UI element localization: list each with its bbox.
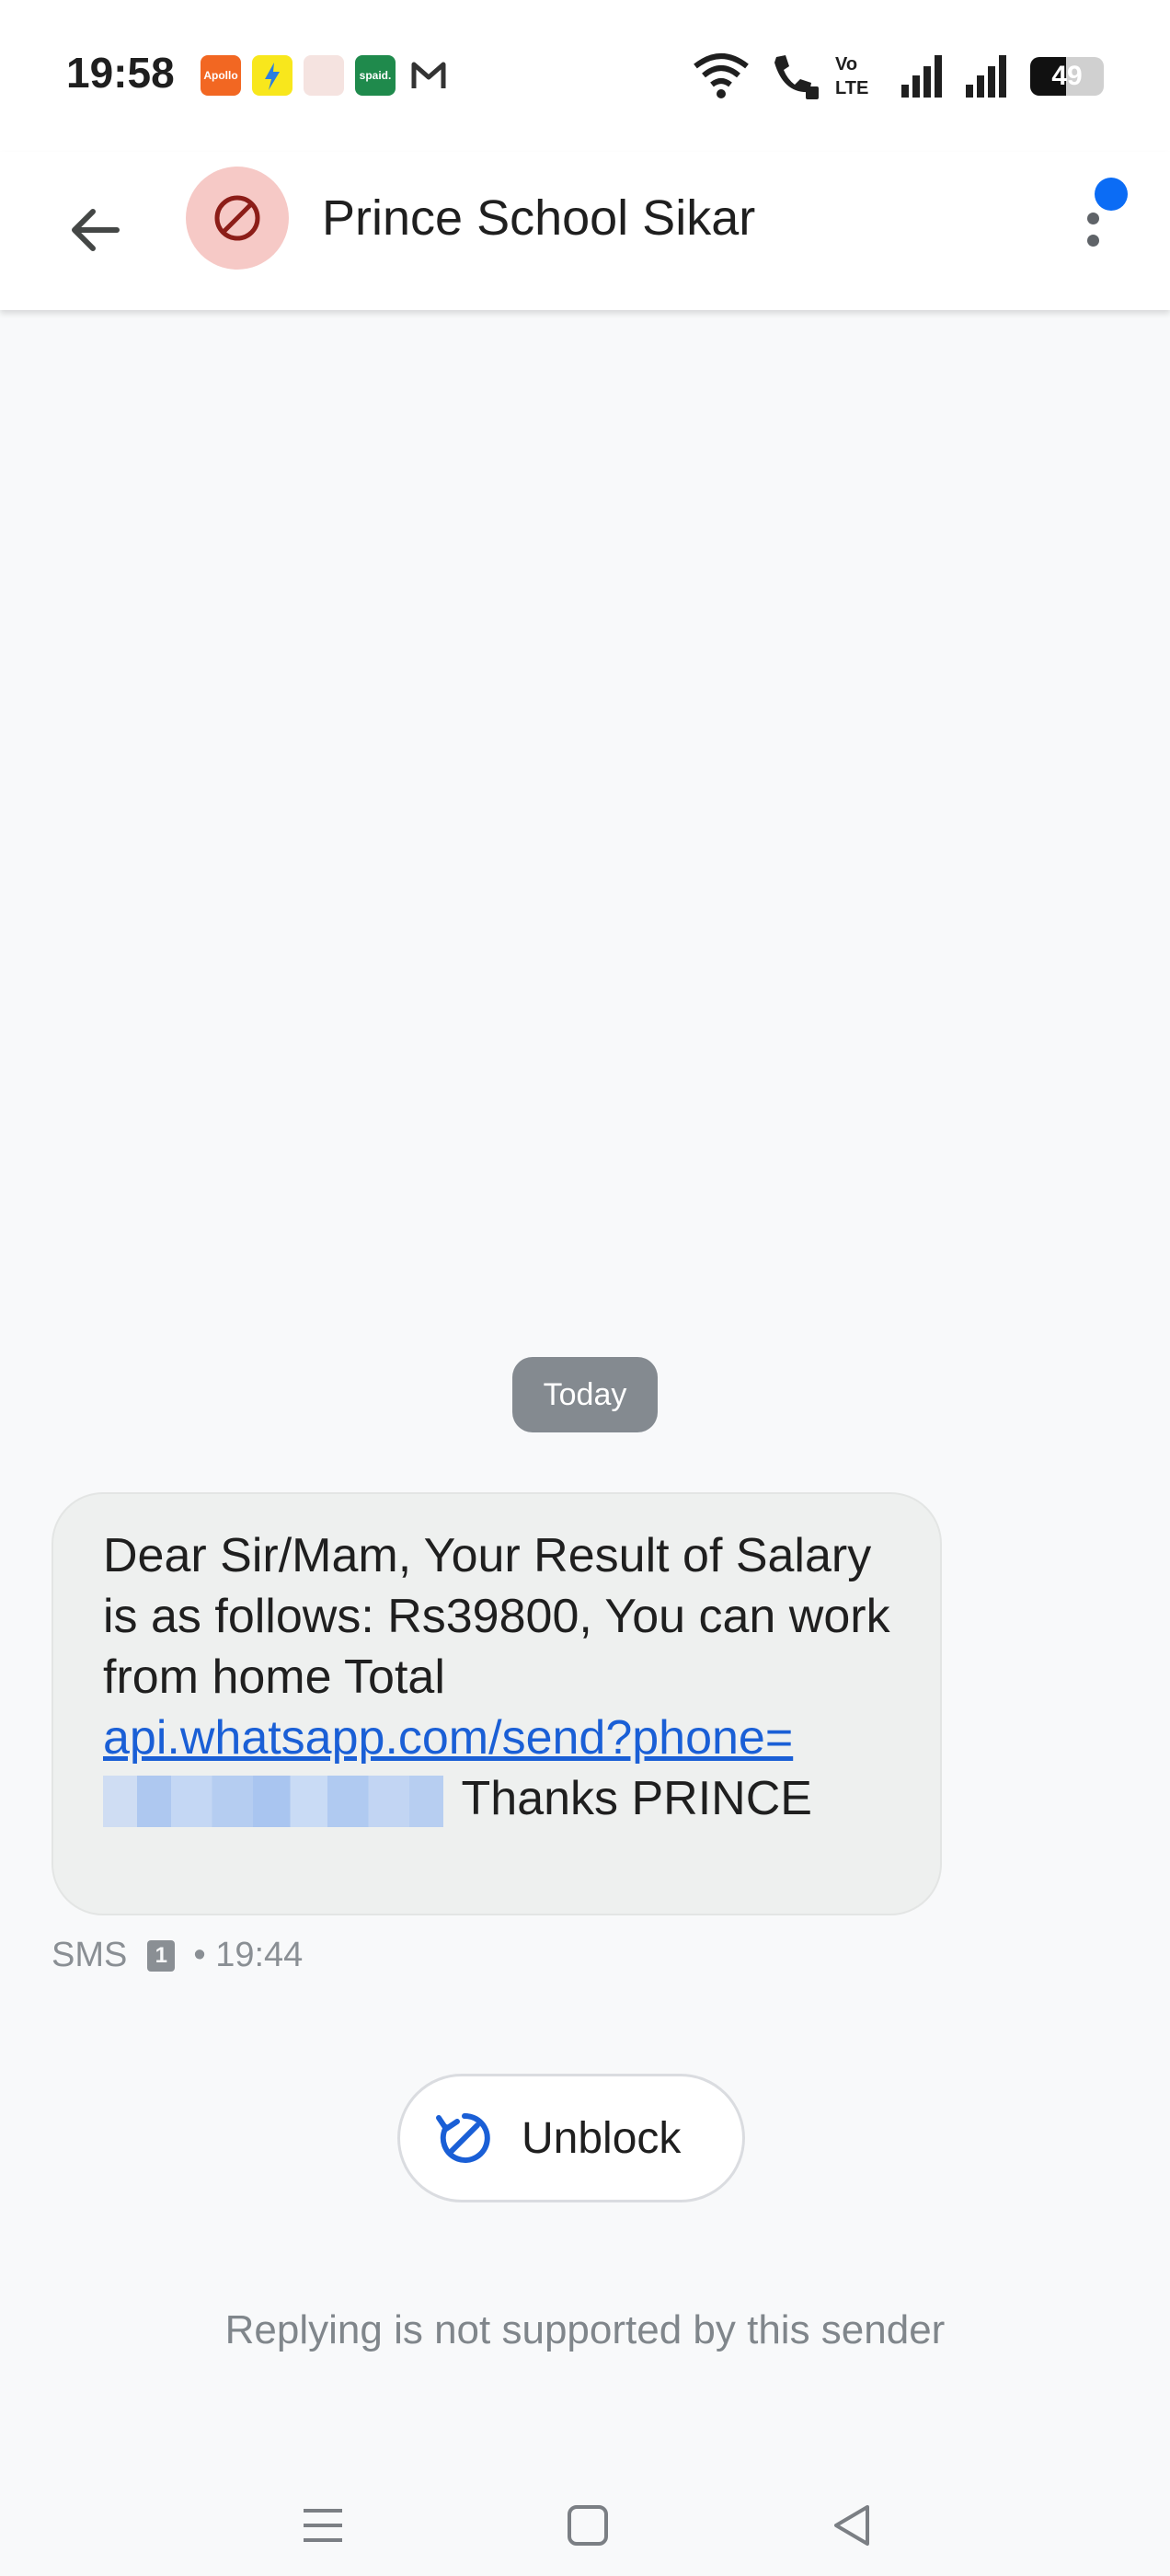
message-text-end: Thanks PRINCE xyxy=(449,1772,812,1825)
battery-percent: 49 xyxy=(1051,61,1083,91)
wifi-calling-icon xyxy=(774,55,819,99)
message-meta: SMS 1 • 19:44 xyxy=(52,1936,303,1975)
message-time: • 19:44 xyxy=(193,1936,304,1974)
message-bubble[interactable]: Dear Sir/Mam, Your Result of Salary is a… xyxy=(52,1492,942,1915)
back-nav-button[interactable] xyxy=(811,2484,894,2567)
menu-icon xyxy=(304,2509,342,2542)
status-time: 19:58 xyxy=(66,49,175,97)
date-chip: Today xyxy=(512,1357,658,1432)
more-vert-icon xyxy=(1087,213,1099,224)
contact-name[interactable]: Prince School Sikar xyxy=(322,189,755,247)
message-text-start: Dear Sir/Mam, Your Result of Salary is a… xyxy=(103,1529,890,1704)
home-button[interactable] xyxy=(546,2484,629,2567)
back-button[interactable] xyxy=(53,189,136,271)
back-arrow-icon xyxy=(72,209,120,251)
notification-badge xyxy=(1095,178,1128,211)
gmail-icon xyxy=(408,55,449,96)
volte-icon: Vo LTE xyxy=(835,54,868,98)
blocked-icon xyxy=(214,195,260,241)
more-vert-icon-dot xyxy=(1087,235,1099,247)
unblock-icon xyxy=(436,2112,490,2163)
message-type: SMS xyxy=(52,1936,128,1974)
navigation-bar xyxy=(0,2484,1170,2576)
recent-apps-button[interactable] xyxy=(281,2484,364,2567)
unblock-button[interactable]: Unblock xyxy=(397,2074,745,2202)
message-link-text: api.whatsapp.com/send?phone= xyxy=(103,1711,794,1765)
wifi-icon xyxy=(694,53,749,98)
app-bar: Prince School Sikar xyxy=(0,152,1170,310)
redacted-phone xyxy=(103,1776,443,1828)
flipkart-icon xyxy=(252,55,292,96)
signal-icon xyxy=(966,55,1006,98)
reply-not-supported-note: Replying is not supported by this sender xyxy=(224,2307,946,2352)
sim-icon: 1 xyxy=(147,1939,176,1972)
app-icon xyxy=(304,55,344,96)
home-icon xyxy=(568,2505,608,2546)
message-text: Dear Sir/Mam, Your Result of Salary is a… xyxy=(103,1525,892,1829)
svg-text:LTE: LTE xyxy=(835,78,868,98)
apollo-247-icon: Apollo 24|7 xyxy=(201,55,241,122)
avatar[interactable] xyxy=(186,167,289,270)
triangle-back-icon xyxy=(834,2505,869,2546)
battery-indicator: 49 xyxy=(1030,57,1104,96)
svg-text:Vo: Vo xyxy=(835,54,857,75)
unblock-label: Unblock xyxy=(522,2113,682,2163)
status-bar: 19:58 Apollo 24|7 spaid. Vo LTE 49 xyxy=(0,0,1170,152)
more-options-button[interactable] xyxy=(1067,178,1141,270)
messages-screen: 19:58 Apollo 24|7 spaid. Vo LTE 49 Princ… xyxy=(0,0,1170,2576)
signal-icon xyxy=(901,55,942,98)
spaid-icon: spaid. xyxy=(355,55,396,96)
